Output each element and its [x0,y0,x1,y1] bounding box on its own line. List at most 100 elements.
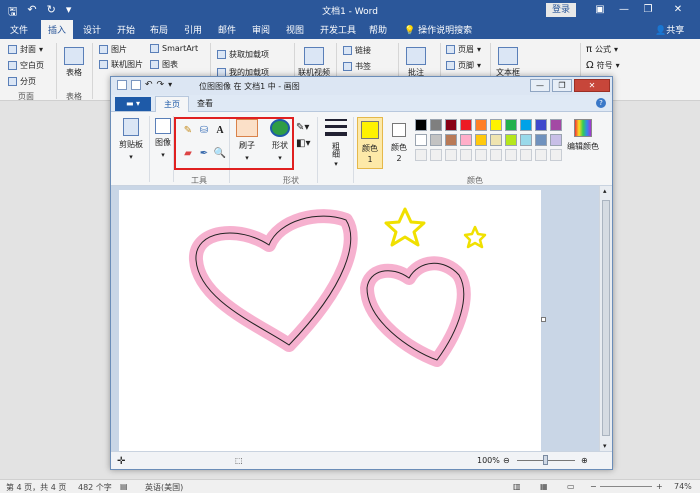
scrollbar-thumb[interactable] [602,200,610,436]
custom-color-slot[interactable] [445,149,457,161]
textbox-button[interactable]: 文本框 [496,47,520,78]
page-break-button[interactable]: 分页 [8,76,36,87]
word-zoom-in[interactable]: + [656,482,663,491]
edit-colors-button[interactable]: 编辑颜色 [563,119,603,152]
palette-swatch[interactable] [520,119,532,131]
paint-minimize-icon[interactable]: — [530,79,550,92]
tab-mailings[interactable]: 邮件 [218,23,236,36]
palette-swatch[interactable] [520,134,532,146]
vertical-scrollbar[interactable]: ▴ ▾ [599,186,612,451]
cover-page-button[interactable]: 封面 ▾ [8,44,43,55]
custom-color-slot[interactable] [430,149,442,161]
help-icon[interactable]: ? [596,98,606,108]
palette-swatch[interactable] [430,134,442,146]
link-button[interactable]: 链接 [343,45,371,56]
paint-zoom-out-icon[interactable]: ⊖ [503,456,510,465]
online-pictures-button[interactable]: 联机图片 [99,59,143,70]
word-zoom-slider[interactable] [600,486,652,487]
palette-swatch[interactable] [505,119,517,131]
paint-zoom-slider-thumb[interactable] [543,455,548,465]
palette-swatch[interactable] [460,134,472,146]
bookmark-button[interactable]: 书签 [343,61,371,72]
comment-button[interactable]: 批注 [406,47,426,78]
palette-swatch[interactable] [535,134,547,146]
smartart-button[interactable]: SmartArt [150,44,198,53]
tab-file[interactable]: 文件 [10,23,28,36]
word-zoom-out[interactable]: − [590,482,597,491]
palette-swatch[interactable] [475,119,487,131]
scroll-down-icon[interactable]: ▾ [603,442,607,450]
equation-button[interactable]: π 公式 ▾ [586,44,618,55]
palette-swatch[interactable] [550,134,562,146]
tab-design[interactable]: 设计 [83,23,101,36]
palette-swatch[interactable] [415,119,427,131]
read-mode-icon[interactable]: ▥ [513,482,521,491]
minimize-icon[interactable]: — [614,2,634,18]
fill-icon[interactable]: ◧▾ [296,138,310,149]
web-layout-icon[interactable]: ▭ [567,482,575,491]
restore-icon[interactable]: ❐ [638,2,658,18]
page-count[interactable]: 第 4 页，共 4 页 [6,482,66,493]
online-video-button[interactable]: 联机视频 [298,47,330,78]
image-button[interactable]: 图像 ▾ [151,118,175,170]
word-zoom-level[interactable]: 74% [674,482,692,491]
paint-customize-icon[interactable]: ▾ [168,80,172,90]
custom-color-slot[interactable] [520,149,532,161]
tab-insert[interactable]: 插入 [41,20,74,39]
chart-button[interactable]: 图表 [150,59,178,70]
paint-close-icon[interactable]: ✕ [574,79,610,92]
paint-file-menu-button[interactable]: ▬ ▾ [115,97,151,111]
palette-swatch[interactable] [475,134,487,146]
palette-swatch[interactable] [445,134,457,146]
drawing-canvas[interactable] [119,190,546,451]
login-button[interactable]: 登录 [546,3,576,17]
palette-swatch[interactable] [490,134,502,146]
palette-swatch[interactable] [490,119,502,131]
clipboard-button[interactable]: 剪贴板 ▾ [117,118,145,170]
palette-swatch[interactable] [460,119,472,131]
palette-swatch[interactable] [535,119,547,131]
tab-layout[interactable]: 布局 [150,23,168,36]
table-button[interactable]: 表格 [64,47,84,78]
blank-page-button[interactable]: 空白页 [8,60,44,71]
paint-tab-home[interactable]: 主页 [155,96,189,112]
paint-zoom-in-icon[interactable]: ⊕ [581,456,588,465]
paint-save-icon[interactable] [131,80,141,90]
scroll-up-icon[interactable]: ▴ [603,187,607,195]
custom-color-slot[interactable] [490,149,502,161]
size-button[interactable]: 粗细 ▾ [322,119,350,168]
palette-swatch[interactable] [430,119,442,131]
canvas-resize-handle[interactable] [541,317,546,322]
tab-help[interactable]: 帮助 [369,23,387,36]
custom-color-slot[interactable] [475,149,487,161]
tab-view[interactable]: 视图 [286,23,304,36]
paint-restore-icon[interactable]: ❐ [552,79,572,92]
symbol-button[interactable]: Ω 符号 ▾ [586,60,620,71]
tell-me-search[interactable]: 💡 操作说明搜索 [404,23,472,36]
print-layout-icon[interactable]: ▦ [540,482,548,491]
custom-color-slot[interactable] [550,149,562,161]
tab-references[interactable]: 引用 [184,23,202,36]
palette-swatch[interactable] [550,119,562,131]
tab-home[interactable]: 开始 [117,23,135,36]
header-button[interactable]: 页眉 ▾ [446,44,481,55]
ribbon-display-options-icon[interactable]: ▣ [590,2,610,18]
paint-tab-view[interactable]: 查看 [197,98,213,109]
custom-color-slot[interactable] [460,149,472,161]
proofing-icon[interactable]: ▤ [120,482,128,491]
custom-color-slot[interactable] [415,149,427,161]
tab-review[interactable]: 审阅 [252,23,270,36]
palette-swatch[interactable] [445,119,457,131]
share-button[interactable]: 👤共享 [655,23,684,36]
paint-redo-icon[interactable]: ↷ [157,80,165,90]
tab-developer[interactable]: 开发工具 [320,23,356,36]
color2-button[interactable]: 颜色 2 [387,117,411,169]
palette-swatch[interactable] [415,134,427,146]
color1-button[interactable]: 颜色 1 [357,117,383,169]
language-status[interactable]: 英语(美国) [145,482,183,493]
word-count[interactable]: 482 个字 [78,482,112,493]
pictures-button[interactable]: 图片 [99,44,127,55]
custom-color-slot[interactable] [505,149,517,161]
outline-icon[interactable]: ✎▾ [296,122,309,133]
footer-button[interactable]: 页脚 ▾ [446,60,481,71]
